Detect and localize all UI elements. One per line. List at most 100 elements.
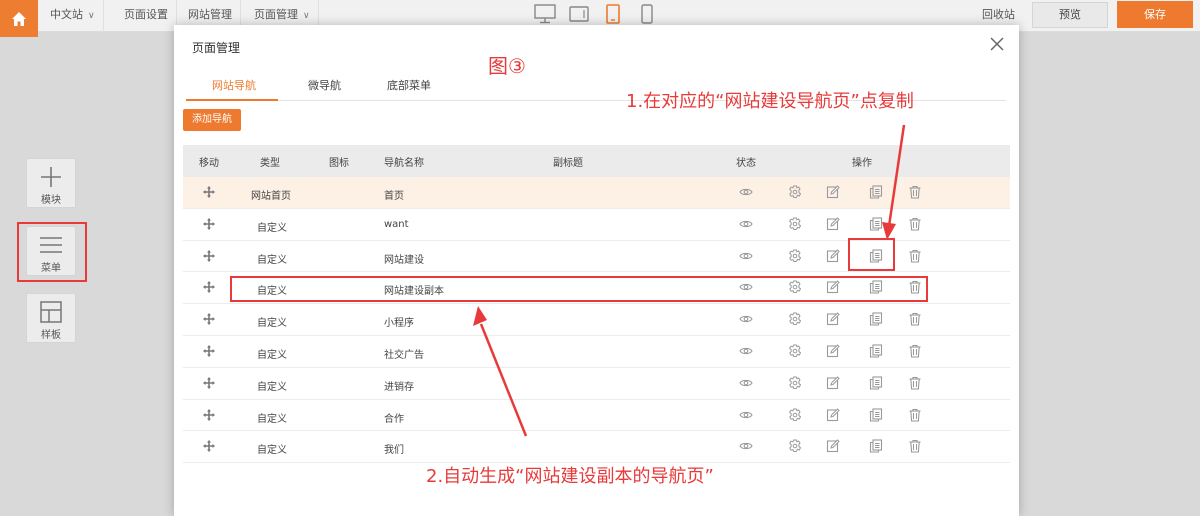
settings-gear-icon[interactable]: [788, 249, 802, 263]
dialog-title: 页面管理: [192, 41, 241, 55]
visibility-eye-icon[interactable]: [739, 185, 753, 199]
move-handle-icon[interactable]: [202, 376, 216, 390]
visibility-eye-icon[interactable]: [739, 217, 753, 231]
column-header-actions: 操作: [852, 158, 872, 169]
settings-gear-icon[interactable]: [788, 217, 802, 231]
edit-icon[interactable]: [826, 217, 840, 231]
site-language-dropdown[interactable]: 中文站 ∨: [42, 0, 104, 32]
row-name: 我们: [384, 445, 404, 457]
settings-gear-icon[interactable]: [788, 185, 802, 199]
row-name: 首页: [384, 191, 404, 202]
move-handle-icon[interactable]: [202, 344, 216, 358]
page-settings-label: 页面设置: [124, 8, 168, 21]
visibility-eye-icon[interactable]: [739, 249, 753, 263]
visibility-eye-icon[interactable]: [739, 439, 753, 453]
tab-site-navigation[interactable]: 网站导航: [212, 77, 256, 93]
edit-icon[interactable]: [826, 312, 840, 326]
copy-button-highlight-box: [848, 238, 895, 271]
column-header-move: 移动: [199, 158, 219, 169]
settings-gear-icon[interactable]: [788, 376, 802, 390]
table-row: 自定义 合作: [183, 400, 1010, 432]
row-type: 自定义: [257, 254, 287, 266]
row-name: 网站建设: [384, 254, 424, 266]
copy-icon[interactable]: [869, 439, 883, 453]
settings-gear-icon[interactable]: [788, 344, 802, 358]
tab-micro-navigation[interactable]: 微导航: [308, 77, 341, 93]
table-row: 自定义 进销存: [183, 368, 1010, 400]
annotation-step-1: 1.在对应的“网站建设导航页”点复制: [626, 91, 914, 112]
delete-trash-icon[interactable]: [908, 312, 922, 326]
settings-gear-icon[interactable]: [788, 439, 802, 453]
delete-trash-icon[interactable]: [908, 344, 922, 358]
row-name: 进销存: [384, 381, 414, 393]
edit-icon[interactable]: [826, 344, 840, 358]
delete-trash-icon[interactable]: [908, 376, 922, 390]
desktop-view-icon[interactable]: [534, 4, 556, 24]
table-header: 移动 类型 图标 导航名称 副标题 状态 操作: [183, 145, 1010, 177]
tab-bottom-menu[interactable]: 底部菜单: [387, 77, 431, 93]
edit-icon[interactable]: [826, 248, 840, 263]
chevron-down-icon: ∨: [303, 11, 310, 21]
figure-label: 图③: [488, 54, 526, 78]
tablet-view-icon[interactable]: [568, 4, 590, 24]
copied-row-highlight-box: [230, 276, 928, 302]
edit-icon[interactable]: [826, 407, 840, 422]
delete-trash-icon[interactable]: [908, 439, 922, 453]
settings-gear-icon[interactable]: [788, 408, 802, 422]
tablet-portrait-view-icon[interactable]: [602, 4, 624, 24]
layout-icon: [40, 301, 62, 323]
visibility-eye-icon[interactable]: [739, 312, 753, 326]
move-handle-icon[interactable]: [202, 439, 216, 453]
page-settings-menu[interactable]: 页面设置: [116, 0, 177, 32]
add-navigation-button[interactable]: 添加导航: [183, 109, 241, 131]
copy-icon[interactable]: [869, 312, 883, 326]
move-handle-icon[interactable]: [202, 185, 216, 199]
plus-icon: [41, 167, 61, 187]
edit-icon[interactable]: [826, 185, 840, 199]
row-name: 社交广告: [384, 349, 424, 361]
table-body: 网站首页 首页 自定义 want 自定义 网站建设 自定义 网站建设副本 自定义 小程序 自定义 社交…: [183, 177, 1010, 464]
visibility-eye-icon[interactable]: [739, 408, 753, 422]
copy-icon[interactable]: [869, 185, 883, 199]
home-icon: [12, 11, 26, 26]
settings-gear-icon[interactable]: [788, 312, 802, 326]
mobile-view-icon[interactable]: [636, 4, 658, 24]
edit-icon[interactable]: [826, 376, 840, 390]
visibility-eye-icon[interactable]: [739, 376, 753, 390]
navigation-table: 移动 类型 图标 导航名称 副标题 状态 操作 网站首页 首页 自定义 want 自定义…: [183, 145, 1010, 464]
move-handle-icon[interactable]: [202, 408, 216, 422]
move-handle-icon[interactable]: [202, 280, 216, 294]
close-icon[interactable]: [988, 35, 1006, 53]
edit-icon[interactable]: [826, 439, 840, 453]
delete-trash-icon[interactable]: [908, 408, 922, 422]
save-button[interactable]: 保存: [1117, 1, 1193, 28]
template-tool[interactable]: 样板: [26, 293, 76, 343]
annotation-step-2: 2.自动生成“网站建设副本的导航页”: [426, 466, 714, 487]
row-name: want: [384, 218, 409, 230]
delete-trash-icon[interactable]: [908, 249, 922, 263]
copy-icon[interactable]: [869, 408, 883, 422]
column-header-icon: 图标: [329, 158, 349, 169]
delete-trash-icon[interactable]: [908, 217, 922, 231]
column-header-type: 类型: [260, 158, 280, 169]
site-language-label: 中文站: [50, 8, 83, 21]
visibility-eye-icon[interactable]: [739, 344, 753, 358]
module-tool[interactable]: 模块: [26, 158, 76, 208]
delete-trash-icon[interactable]: [908, 185, 922, 199]
move-handle-icon[interactable]: [202, 312, 216, 326]
copy-icon[interactable]: [869, 344, 883, 358]
row-type: 自定义: [257, 222, 287, 234]
home-button[interactable]: [0, 0, 38, 37]
row-type: 自定义: [257, 318, 287, 330]
move-handle-icon[interactable]: [202, 217, 216, 231]
move-handle-icon[interactable]: [202, 249, 216, 263]
row-name: 合作: [384, 413, 404, 425]
row-name: 小程序: [384, 318, 414, 330]
table-row: 自定义 小程序: [183, 304, 1010, 336]
active-tab-indicator: [186, 99, 278, 101]
preview-button[interactable]: 预览: [1032, 2, 1108, 28]
table-row: 自定义 want: [183, 209, 1010, 241]
copy-icon[interactable]: [869, 217, 883, 231]
site-management-label: 网站管理: [188, 8, 232, 21]
copy-icon[interactable]: [869, 376, 883, 390]
